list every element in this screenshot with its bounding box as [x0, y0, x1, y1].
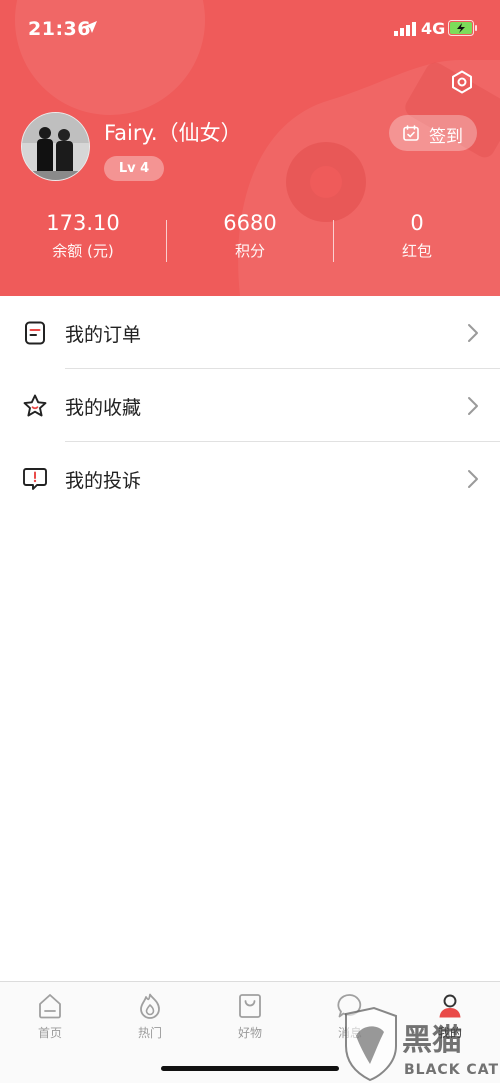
avatar[interactable]	[21, 112, 90, 181]
tab-label: 首页	[37, 1026, 62, 1040]
menu-list: 我的订单 我的收藏 我的投诉	[0, 296, 500, 515]
location-arrow-icon	[85, 21, 97, 33]
stat-points[interactable]: 6680 积分	[167, 208, 333, 264]
status-bar: 21:36 4G	[0, 0, 500, 58]
flame-icon	[140, 993, 160, 1019]
user-icon	[439, 994, 461, 1018]
battery-charging-icon	[448, 20, 477, 36]
stat-value: 6680	[223, 211, 277, 235]
complaint-icon	[23, 468, 47, 490]
home-icon	[39, 994, 61, 1019]
network-label: 4G	[421, 19, 446, 38]
settings-icon[interactable]	[450, 70, 474, 94]
stat-red-packet[interactable]: 0 红包	[334, 208, 500, 264]
status-time: 21:36	[28, 18, 91, 40]
username: Fairy.（仙女）	[104, 121, 242, 145]
tab-label: 消息	[337, 1026, 362, 1040]
message-icon	[337, 994, 362, 1018]
stat-value: 0	[410, 211, 424, 235]
menu-item-orders[interactable]: 我的订单	[0, 296, 500, 369]
avatar-photo	[22, 113, 89, 180]
tab-label: 好物	[237, 1026, 262, 1040]
chevron-right-icon	[468, 470, 478, 488]
tab-goods[interactable]: 好物	[200, 982, 300, 1052]
shopping-bag-icon	[239, 994, 261, 1018]
menu-item-complaints[interactable]: 我的投诉	[0, 442, 500, 515]
stats-row: 173.10 余额 (元) 6680 积分 0 红包	[0, 208, 500, 272]
star-icon	[23, 394, 47, 417]
stat-label: 红包	[401, 242, 432, 260]
level-badge: Lv 4	[104, 156, 164, 181]
menu-item-label: 我的投诉	[65, 470, 142, 492]
checkin-label: 签到	[429, 127, 463, 147]
chevron-right-icon	[468, 324, 478, 342]
menu-item-favorites[interactable]: 我的收藏	[0, 369, 500, 442]
stat-value: 173.10	[46, 211, 120, 235]
stat-label: 积分	[234, 242, 265, 260]
menu-item-label: 我的订单	[65, 324, 142, 346]
tab-label: 我的	[437, 1026, 462, 1040]
tab-home[interactable]: 首页	[0, 982, 100, 1052]
order-icon	[25, 321, 45, 345]
tab-hot[interactable]: 热门	[100, 982, 200, 1052]
tab-me[interactable]: 我的	[400, 982, 500, 1052]
chevron-right-icon	[468, 397, 478, 415]
home-indicator	[161, 1066, 339, 1071]
tab-messages[interactable]: 消息	[300, 982, 400, 1052]
stat-balance[interactable]: 173.10 余额 (元)	[0, 208, 166, 264]
signal-icon	[394, 22, 416, 36]
profile-header: 21:36 4G Fairy.（仙女） Lv 4 签到 173.10 余额 (元…	[0, 0, 500, 296]
calendar-icon	[403, 125, 419, 141]
tab-label: 热门	[137, 1026, 162, 1040]
stat-label: 余额 (元)	[52, 242, 114, 260]
checkin-button[interactable]: 签到	[389, 115, 477, 151]
menu-item-label: 我的收藏	[65, 397, 142, 419]
